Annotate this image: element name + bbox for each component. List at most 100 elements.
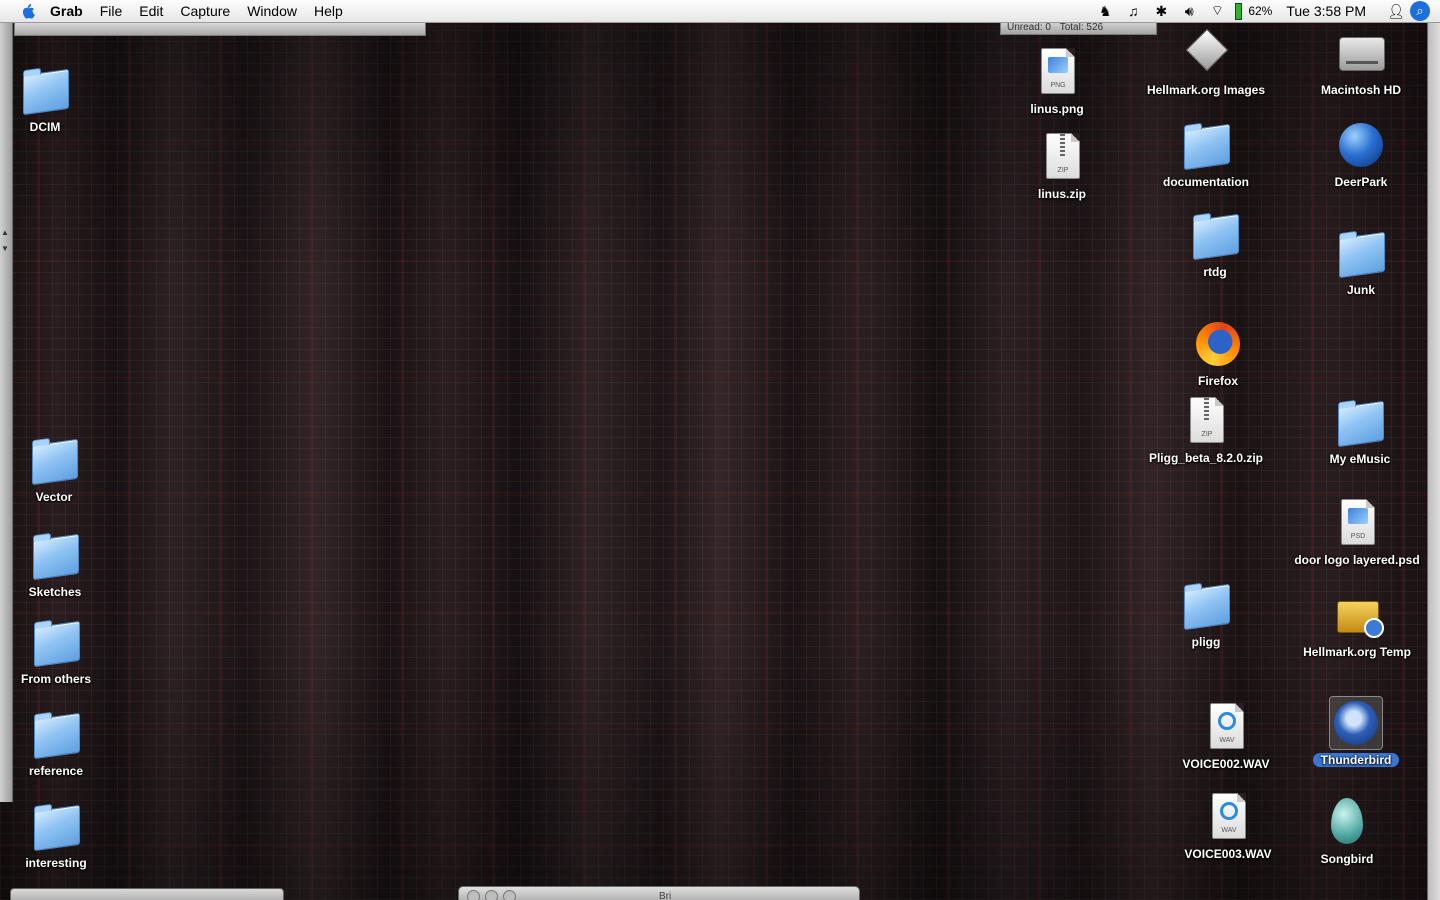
songbird-egg-icon	[1321, 796, 1373, 848]
battery-percentage[interactable]: 62%	[1248, 4, 1272, 18]
desktop-icon-label: linus.png	[1030, 102, 1084, 116]
wav-file-icon: WAV	[1202, 791, 1254, 843]
desktop-icon-reference[interactable]: reference	[0, 708, 126, 778]
zip-file-icon: ZIP	[1180, 395, 1232, 447]
wav-file-icon: WAV	[1200, 701, 1252, 753]
spotlight-icon[interactable]: ⌕	[1410, 1, 1430, 21]
desktop-icon-label: reference	[28, 764, 84, 778]
menu-window[interactable]: Window	[247, 3, 297, 19]
menu-clock[interactable]: Tue 3:58 PM	[1286, 3, 1366, 19]
desktop-icon-label: Hellmark.org Images	[1146, 83, 1266, 97]
desktop-icon-label: rtdg	[1203, 265, 1227, 279]
folder-icon	[1335, 227, 1387, 279]
desktop-icon-documentation[interactable]: documentation	[1136, 119, 1276, 189]
desktop-icon-linus-png[interactable]: PNG linus.png	[987, 46, 1127, 116]
desktop-icon-label: Songbird	[1320, 852, 1374, 866]
mail-total-count: Total: 526	[1059, 22, 1104, 33]
folder-icon	[30, 800, 82, 852]
scroll-up-arrow-icon[interactable]: ▲	[0, 228, 10, 237]
desktop-icon-macintosh-hd[interactable]: Macintosh HD	[1291, 27, 1431, 97]
volume-icon[interactable]: 🔊︎	[1175, 0, 1203, 22]
desktop-icon-label: Vector	[35, 490, 73, 504]
desktop-icon-thunderbird[interactable]: Thunderbird	[1286, 696, 1426, 767]
folder-icon	[1180, 579, 1232, 631]
desktop-icon-from-others[interactable]: From others	[0, 616, 126, 686]
background-window-edge[interactable]	[14, 22, 426, 36]
desktop-icon-label: documentation	[1163, 175, 1249, 189]
hard-disk-icon	[1335, 27, 1387, 79]
server-volume-icon	[1180, 27, 1232, 79]
network-toolbox-icon	[1331, 589, 1384, 641]
desktop-icon-label: Junk	[1346, 283, 1375, 297]
desktop-icon-sketches[interactable]: Sketches	[0, 529, 125, 599]
desktop-icon-dcim[interactable]: DCIM	[0, 64, 115, 134]
menu-extras: ♞ ♫ ✱ 🔊︎ ⌔ 62% Tue 3:58 PM 👤︎ ⌕	[1091, 0, 1440, 22]
desktop-icon-voice002[interactable]: WAV VOICE002.WAV	[1156, 701, 1296, 771]
zip-file-icon: ZIP	[1036, 131, 1088, 183]
menu-file[interactable]: File	[100, 3, 123, 19]
desktop-icon-label: VOICE002.WAV	[1182, 757, 1270, 771]
itunes-icon[interactable]: ♫	[1119, 0, 1147, 22]
folder-icon	[30, 708, 82, 760]
desktop-icon-songbird[interactable]: Songbird	[1277, 796, 1417, 866]
desktop-icon-label: Firefox	[1197, 374, 1238, 388]
desktop-icon-label: Pligg_beta_8.2.0.zip	[1148, 451, 1264, 465]
desktop-icon-junk[interactable]: Junk	[1291, 227, 1431, 297]
folder-icon	[19, 64, 71, 116]
folder-icon	[30, 616, 82, 668]
wifi-icon[interactable]: ⌔	[1203, 0, 1231, 22]
png-file-icon: PNG	[1031, 46, 1083, 98]
desktop-icon-door-logo-psd[interactable]: PSD door logo layered.psd	[1287, 497, 1427, 567]
close-window-icon[interactable]	[467, 890, 480, 900]
desktop-icon-hellmark-temp[interactable]: Hellmark.org Temp	[1287, 589, 1427, 659]
desktop-icon-label: DeerPark	[1334, 175, 1388, 189]
folder-icon	[1180, 119, 1232, 171]
desktop-icon-label: VOICE003.WAV	[1184, 847, 1272, 861]
desktop-icon-label: From others	[20, 672, 91, 686]
psd-file-icon: PSD	[1331, 497, 1383, 549]
desktop-icon-deerpark[interactable]: DeerPark	[1291, 119, 1431, 189]
zoom-window-icon[interactable]	[503, 890, 516, 900]
thunderbird-icon	[1329, 696, 1383, 750]
menu-bar: Grab File Edit Capture Window Help ♞ ♫ ✱…	[0, 0, 1440, 23]
menu-edit[interactable]: Edit	[139, 3, 163, 19]
menu-app-name[interactable]: Grab	[50, 3, 83, 19]
desktop-icon-label: DCIM	[29, 120, 61, 134]
fast-user-switch-icon[interactable]: 👤︎	[1382, 0, 1410, 22]
desktop-icon-label: Macintosh HD	[1320, 83, 1401, 97]
desktop-icon-hellmark-images[interactable]: Hellmark.org Images	[1136, 27, 1276, 97]
desktop-icon-interesting[interactable]: interesting	[0, 800, 126, 870]
desktop-icon-rtdg[interactable]: rtdg	[1145, 209, 1285, 279]
bottom-window-edge[interactable]	[10, 888, 284, 900]
desktop-icon-label: Sketches	[28, 585, 82, 599]
firefox-icon	[1192, 318, 1244, 370]
desktop-icon-my-emusic[interactable]: My eMusic	[1290, 396, 1430, 466]
folder-icon	[1334, 396, 1386, 448]
desktop-icon-pligg-zip[interactable]: ZIP Pligg_beta_8.2.0.zip	[1136, 395, 1276, 465]
desktop-icon-label: door logo layered.psd	[1294, 553, 1420, 567]
menu-capture[interactable]: Capture	[180, 3, 230, 19]
bottom-window-title: Bri	[659, 891, 672, 900]
bluetooth-icon[interactable]: ✱	[1147, 0, 1175, 22]
deerpark-globe-icon	[1335, 119, 1387, 171]
scroll-down-arrow-icon[interactable]: ▼	[0, 244, 10, 253]
desktop-icon-firefox[interactable]: Firefox	[1148, 318, 1288, 388]
mail-unread-count: Unread: 0	[1007, 22, 1051, 33]
folder-icon	[28, 434, 80, 486]
user-menu-extra-icon[interactable]: ♞	[1091, 0, 1119, 22]
bottom-window-titlebar[interactable]: Bri	[458, 886, 860, 900]
battery-icon[interactable]	[1235, 2, 1243, 20]
menu-help[interactable]: Help	[314, 3, 343, 19]
folder-icon	[1189, 209, 1241, 261]
apple-menu-icon[interactable]	[20, 3, 36, 19]
minimize-window-icon[interactable]	[485, 890, 498, 900]
desktop-icon-label: pligg	[1191, 635, 1221, 649]
desktop-icon-linus-zip[interactable]: ZIP linus.zip	[992, 131, 1132, 201]
desktop-icon-label: Hellmark.org Temp	[1303, 645, 1411, 659]
desktop-icon-pligg[interactable]: pligg	[1136, 579, 1276, 649]
desktop-icon-vector[interactable]: Vector	[0, 434, 124, 504]
folder-icon	[29, 529, 81, 581]
desktop-icon-label: My eMusic	[1329, 452, 1391, 466]
desktop-icon-label: Thunderbird	[1312, 753, 1400, 767]
mail-window-status[interactable]: Unread: 0 Total: 526	[1000, 22, 1157, 35]
